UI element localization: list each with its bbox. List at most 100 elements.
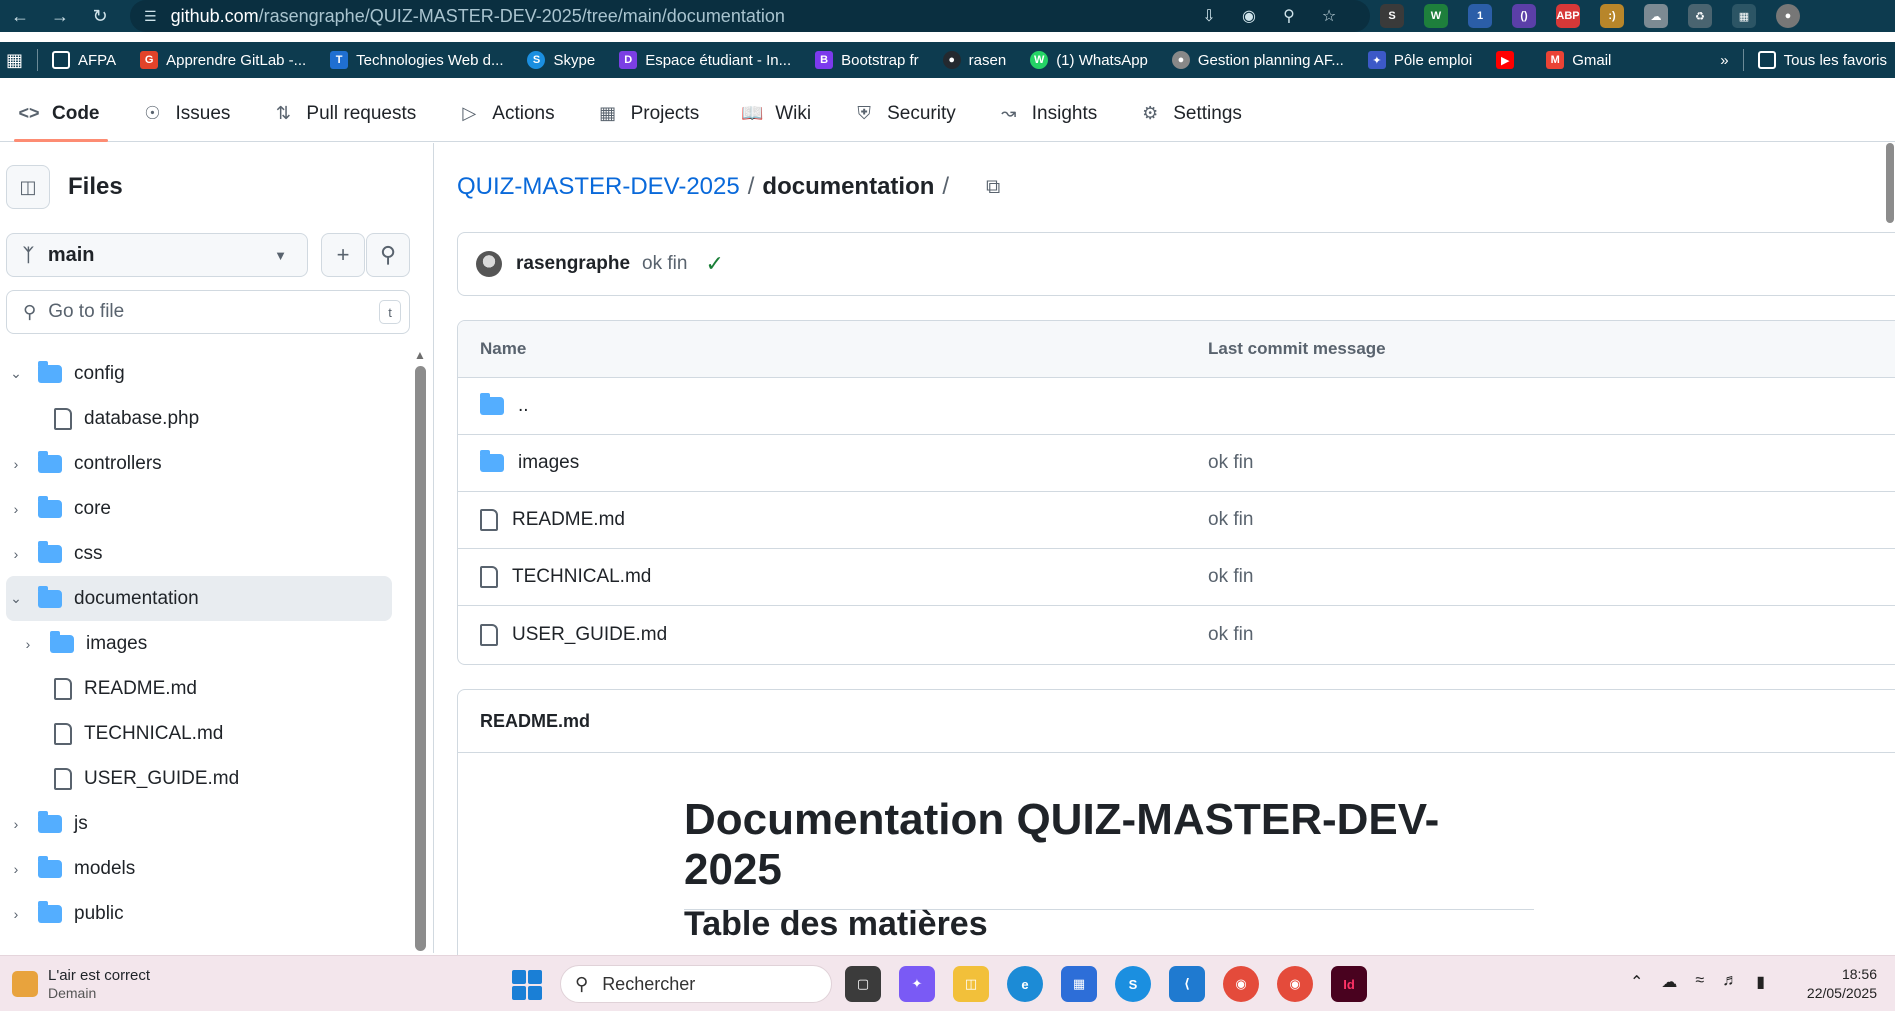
- file-commit-message[interactable]: ok fin: [1208, 566, 1253, 588]
- scrollbar-thumb[interactable]: [1886, 143, 1894, 223]
- indesign-icon[interactable]: Id: [1331, 966, 1367, 1002]
- table-row[interactable]: README.md ok fin: [458, 492, 1895, 549]
- edge-icon[interactable]: e: [1007, 966, 1043, 1002]
- address-bar[interactable]: ☰ github.com/rasengraphe/QUIZ-MASTER-DEV…: [130, 0, 1370, 32]
- extension-face-icon[interactable]: :): [1600, 4, 1624, 28]
- store-icon[interactable]: ▦: [1061, 966, 1097, 1002]
- all-bookmarks-folder[interactable]: Tous les favoris: [1757, 51, 1887, 69]
- file-name[interactable]: USER_GUIDE.md: [512, 624, 667, 646]
- branch-selector[interactable]: ᛉ main ▼: [6, 233, 308, 277]
- copy-path-icon[interactable]: ⧉: [979, 173, 1007, 201]
- bookmark-youtube[interactable]: ▶: [1496, 51, 1522, 69]
- breadcrumb-repo-link[interactable]: QUIZ-MASTER-DEV-2025: [457, 173, 740, 201]
- file-name[interactable]: TECHNICAL.md: [512, 566, 651, 588]
- scrollbar-thumb[interactable]: [415, 366, 426, 951]
- tree-item-public[interactable]: › public: [0, 891, 405, 936]
- file-name[interactable]: images: [518, 452, 579, 474]
- readme-filename[interactable]: README.md: [458, 690, 1895, 753]
- copilot-icon[interactable]: ✦: [899, 966, 935, 1002]
- tree-item-core[interactable]: › core: [0, 486, 405, 531]
- tree-item-config[interactable]: ⌄ config: [0, 351, 405, 396]
- bookmark-whatsapp[interactable]: W (1) WhatsApp: [1030, 51, 1148, 69]
- wifi-icon[interactable]: ≈: [1695, 972, 1704, 992]
- extension-w-icon[interactable]: W: [1424, 4, 1448, 28]
- search-files-button[interactable]: ⚲: [366, 233, 410, 277]
- collapse-panel-button[interactable]: ◫: [6, 165, 50, 209]
- install-icon[interactable]: ⇩: [1198, 5, 1220, 27]
- extension-brackets-icon[interactable]: (): [1512, 4, 1536, 28]
- apps-grid-icon[interactable]: ▦: [6, 50, 23, 71]
- extension-cloud-icon[interactable]: ☁: [1644, 4, 1668, 28]
- bookmark-pole-emploi[interactable]: ✦ Pôle emploi: [1367, 51, 1472, 69]
- add-file-button[interactable]: +: [321, 233, 365, 277]
- tree-item-images[interactable]: › images: [0, 621, 405, 666]
- bookmark-gmail[interactable]: M Gmail: [1546, 51, 1611, 69]
- file-name[interactable]: README.md: [512, 509, 625, 531]
- tree-item-database-php[interactable]: database.php: [0, 396, 405, 441]
- tab-code[interactable]: <> Code: [14, 86, 107, 142]
- chrome-icon[interactable]: ◉: [1223, 966, 1259, 1002]
- tree-item-technical[interactable]: TECHNICAL.md: [0, 711, 405, 756]
- extensions-puzzle-icon[interactable]: ▦: [1732, 4, 1756, 28]
- tab-issues[interactable]: ☉ Issues: [138, 86, 235, 142]
- tree-item-readme[interactable]: README.md: [0, 666, 405, 711]
- skype-icon[interactable]: S: [1115, 966, 1151, 1002]
- profile-avatar[interactable]: ●: [1776, 4, 1800, 28]
- translate-icon[interactable]: ◉: [1238, 5, 1260, 27]
- tab-wiki[interactable]: 📖 Wiki: [737, 86, 815, 142]
- extension-recycle-icon[interactable]: ♻: [1688, 4, 1712, 28]
- bookmark-gestion-planning[interactable]: ● Gestion planning AF...: [1171, 51, 1344, 69]
- table-row[interactable]: USER_GUIDE.md ok fin: [458, 606, 1895, 663]
- tab-insights[interactable]: ↝ Insights: [994, 86, 1101, 142]
- battery-icon[interactable]: ▮: [1756, 972, 1765, 992]
- system-clock[interactable]: 18:56 22/05/2025: [1807, 965, 1877, 1003]
- vscode-icon[interactable]: ⟨: [1169, 966, 1205, 1002]
- bookmark-technologies-web[interactable]: T Technologies Web d...: [330, 51, 503, 69]
- avatar[interactable]: [476, 251, 502, 277]
- volume-icon[interactable]: ♬: [1722, 972, 1738, 992]
- extension-s-icon[interactable]: S: [1380, 4, 1404, 28]
- table-row-parent[interactable]: ..: [458, 378, 1895, 435]
- bookmark-bootstrap[interactable]: B Bootstrap fr: [815, 51, 919, 69]
- weather-widget[interactable]: L'air est correct Demain: [12, 966, 150, 1001]
- tree-item-models[interactable]: › models: [0, 846, 405, 891]
- tree-item-documentation[interactable]: ⌄ documentation: [6, 576, 392, 621]
- bookmark-skype[interactable]: S Skype: [527, 51, 595, 69]
- taskbar-search[interactable]: ⚲ Rechercher: [560, 965, 832, 1003]
- tab-projects[interactable]: ▦ Projects: [593, 86, 704, 142]
- tree-item-user-guide[interactable]: USER_GUIDE.md: [0, 756, 405, 801]
- back-icon[interactable]: ←: [0, 0, 40, 32]
- table-row[interactable]: TECHNICAL.md ok fin: [458, 549, 1895, 606]
- adblock-icon[interactable]: ABP: [1556, 4, 1580, 28]
- more-bookmarks-icon[interactable]: »: [1720, 52, 1728, 69]
- go-to-file-input[interactable]: ⚲ Go to file t: [6, 290, 410, 334]
- forward-icon[interactable]: →: [40, 0, 80, 32]
- tab-security[interactable]: ⛨ Security: [849, 86, 960, 142]
- zoom-icon[interactable]: ⚲: [1278, 5, 1300, 27]
- extension-badge-icon[interactable]: 1: [1468, 4, 1492, 28]
- site-info-icon[interactable]: ☰: [144, 8, 157, 25]
- scroll-up-arrow-icon[interactable]: ▲: [413, 348, 427, 362]
- onedrive-cloud-icon[interactable]: ☁: [1661, 972, 1677, 992]
- tree-item-css[interactable]: › css: [0, 531, 405, 576]
- commit-author[interactable]: rasengraphe: [516, 253, 630, 275]
- file-commit-message[interactable]: ok fin: [1208, 509, 1253, 531]
- tab-actions[interactable]: ▷ Actions: [454, 86, 558, 142]
- check-icon[interactable]: ✓: [705, 251, 723, 277]
- tree-item-js[interactable]: › js: [0, 801, 405, 846]
- chevron-up-icon[interactable]: ⌃: [1630, 972, 1643, 992]
- table-row[interactable]: images ok fin: [458, 435, 1895, 492]
- file-commit-message[interactable]: ok fin: [1208, 452, 1253, 474]
- bookmark-star-icon[interactable]: ☆: [1318, 5, 1340, 27]
- commit-message[interactable]: ok fin: [642, 253, 687, 275]
- reload-icon[interactable]: ↻: [80, 0, 120, 32]
- page-scrollbar[interactable]: [1883, 143, 1895, 953]
- tab-settings[interactable]: ⚙ Settings: [1135, 86, 1246, 142]
- bookmark-rasen[interactable]: ● rasen: [942, 51, 1006, 69]
- task-view-icon[interactable]: ▢: [845, 966, 881, 1002]
- tab-pull-requests[interactable]: ⇅ Pull requests: [268, 86, 420, 142]
- file-name[interactable]: ..: [518, 395, 529, 417]
- bookmark-gitlab[interactable]: G Apprendre GitLab -...: [140, 51, 306, 69]
- chrome-profile-icon[interactable]: ◉: [1277, 966, 1313, 1002]
- tree-item-controllers[interactable]: › controllers: [0, 441, 405, 486]
